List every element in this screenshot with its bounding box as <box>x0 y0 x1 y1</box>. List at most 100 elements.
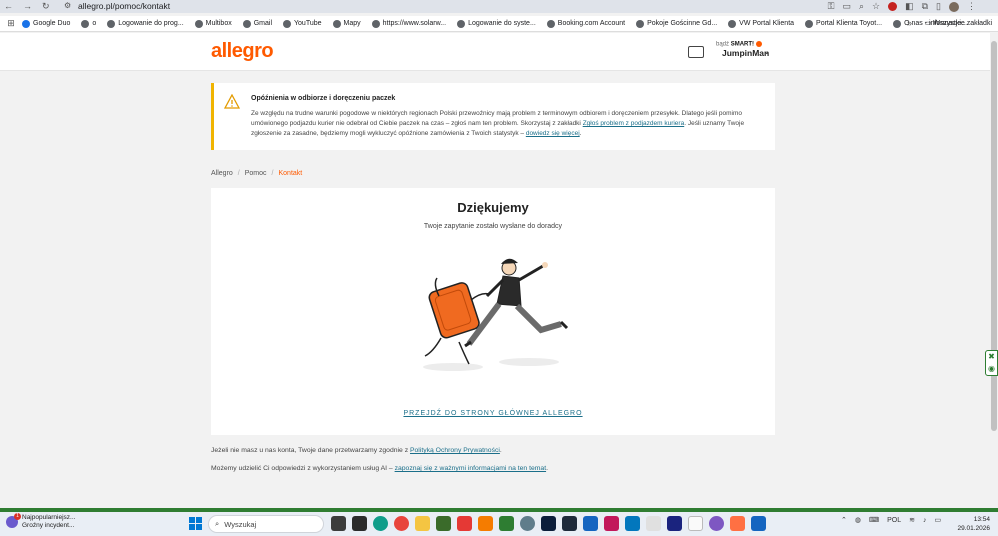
target-icon[interactable]: ◉ <box>986 363 997 375</box>
taskbar-apps <box>331 516 766 531</box>
keyboard-icon[interactable]: ⌨ <box>869 516 879 524</box>
smart-badge[interactable]: bądź SMART! <box>716 41 762 48</box>
delivery-alert: Opóźnienia w odbiorze i doręczeniu pacze… <box>211 83 775 150</box>
all-bookmarks[interactable]: ▭ Wszystkie zakładki <box>925 19 992 27</box>
youtube-icon[interactable] <box>457 516 472 531</box>
volume-icon[interactable]: ♪ <box>923 517 927 524</box>
chevron-down-icon[interactable]: ⌄ <box>763 46 771 57</box>
bookmark-favicon-icon <box>805 19 814 28</box>
puzzle-icon[interactable]: ⧉ <box>922 1 928 12</box>
install-icon[interactable]: ▭ <box>842 1 851 12</box>
report-courier-link[interactable]: Zgłoś problem z podjazdem kuriera <box>583 120 685 127</box>
bookmark-google-duo[interactable]: Google Duo <box>22 19 70 28</box>
app-icon[interactable] <box>436 516 451 531</box>
bookmark-vw[interactable]: VW Portal Klienta <box>728 19 794 28</box>
chevron-more-icon[interactable]: » <box>907 18 912 28</box>
windows-start-icon[interactable] <box>189 517 202 530</box>
close-icon[interactable]: ✖ <box>986 351 997 363</box>
search-icon: ⌕ <box>215 519 220 528</box>
bookmark-gmail[interactable]: Gmail <box>242 19 272 28</box>
edge-icon[interactable] <box>373 516 388 531</box>
thank-you-card: Dziękujemy Twoje zapytanie zostało wysła… <box>211 188 775 435</box>
notepad-icon[interactable] <box>688 516 703 531</box>
lightroom-icon[interactable] <box>562 516 577 531</box>
app-icon-2[interactable] <box>499 516 514 531</box>
camera-icon[interactable] <box>520 516 535 531</box>
notification-badge: 1 <box>14 513 21 520</box>
bookmark-favicon-icon <box>457 19 466 28</box>
breadcrumb-separator: / <box>271 170 274 177</box>
bookmark-favicon-icon <box>194 19 203 28</box>
sidebar-icon[interactable]: ▯ <box>936 1 941 12</box>
app-icon-5[interactable] <box>709 516 724 531</box>
bookmark-o[interactable]: o <box>81 19 96 28</box>
browser-nav: ← → ↻ <box>0 1 50 12</box>
chrome-icon[interactable] <box>394 516 409 531</box>
bookmark-mapy[interactable]: Mapy <box>332 19 361 28</box>
ai-note: Możemy udzielić Ci odpowiedzi z wykorzys… <box>211 465 548 472</box>
bookmark-favicon-icon <box>332 19 341 28</box>
browser-actions: ⚿ ▭ ⌕ ☆ ◧ ⧉ ▯ ⋮ <box>828 0 976 13</box>
breadcrumb-pomoc[interactable]: Pomoc <box>245 170 267 177</box>
cart-icon[interactable] <box>688 46 704 58</box>
chevron-up-icon[interactable]: ⌃ <box>841 516 847 524</box>
address-bar[interactable]: allegro.pl/pomoc/kontakt <box>78 1 170 11</box>
bookmark-favicon-icon <box>371 19 380 28</box>
app-icon-7[interactable] <box>751 516 766 531</box>
breadcrumb-allegro[interactable]: Allegro <box>211 170 233 177</box>
photoshop-icon[interactable] <box>541 516 556 531</box>
bookmark-favicon-icon <box>893 19 902 28</box>
folder-icon[interactable] <box>415 516 430 531</box>
reload-icon[interactable]: ↻ <box>42 1 50 12</box>
wifi-icon[interactable]: ≋ <box>909 516 915 524</box>
bookmark-youtube[interactable]: YouTube <box>283 19 322 28</box>
menu-icon[interactable]: ⋮ <box>967 1 976 12</box>
go-to-homepage-link[interactable]: PRZEJDŹ DO STRONY GŁÓWNEJ ALLEGRO <box>211 410 775 417</box>
opera-extension-icon[interactable] <box>888 2 898 11</box>
app-icon-4[interactable] <box>646 516 661 531</box>
bookmarks-bar: ⊞ Google Duo o Logowanie do prog... Mult… <box>0 16 998 32</box>
app-icon-6[interactable] <box>730 516 745 531</box>
ai-info-link[interactable]: zapoznaj się z ważnymi informacjami na t… <box>395 465 546 472</box>
learn-more-link[interactable]: dowiedz się więcej <box>526 130 580 137</box>
apps-grid-icon[interactable]: ⊞ <box>0 18 22 29</box>
bookmark-toyota[interactable]: Portal Klienta Toyot... <box>805 19 882 28</box>
terminal-icon[interactable] <box>352 516 367 531</box>
forward-icon[interactable]: → <box>23 1 32 12</box>
confirmation-message: Twoje zapytanie zostało wysłane do dorad… <box>423 223 563 230</box>
battery-icon[interactable]: ▭ <box>934 516 941 524</box>
bookmark-logowanie-syste[interactable]: Logowanie do syste... <box>457 19 536 28</box>
extension-icon[interactable]: ◧ <box>905 1 914 12</box>
screenshot-icon[interactable] <box>667 516 682 531</box>
page-scrollbar[interactable] <box>990 33 998 509</box>
outlook-icon[interactable] <box>583 516 598 531</box>
language-indicator[interactable]: POL <box>887 517 901 524</box>
network-icon[interactable]: ◍ <box>855 516 861 524</box>
allegro-logo[interactable]: allegro <box>211 40 274 63</box>
bookmark-booking[interactable]: Booking.com Account <box>546 19 625 28</box>
bookmark-pokoje[interactable]: Pokoje Gościnne Gd... <box>636 19 717 28</box>
site-info-icon[interactable]: ⚙ <box>64 1 71 10</box>
star-icon[interactable]: ☆ <box>872 1 880 12</box>
bookmark-multibox[interactable]: Multibox <box>194 19 232 28</box>
zoom-icon[interactable]: ⌕ <box>859 1 864 12</box>
outlook-new-icon[interactable] <box>625 516 640 531</box>
key-icon[interactable]: ⚿ <box>828 1 835 12</box>
app-icon-3[interactable] <box>604 516 619 531</box>
privacy-policy-link[interactable]: Polityką Ochrony Prywatności <box>410 447 500 454</box>
media-icon[interactable] <box>478 516 493 531</box>
news-widget[interactable]: 1 Najpopularniejsz... Groźny incydent... <box>6 513 75 530</box>
profile-avatar[interactable] <box>949 1 959 12</box>
bookmark-solarw[interactable]: https://www.solarw... <box>371 19 446 28</box>
system-tray: ⌃ ◍ ⌨ POL ≋ ♪ ▭ <box>841 516 941 525</box>
system-clock[interactable]: 13:54 29.01.2026 <box>957 515 990 533</box>
task-view-icon[interactable] <box>331 516 346 531</box>
bookmark-favicon-icon <box>636 19 645 28</box>
taskbar-search[interactable]: ⌕ Wyszukaj <box>208 515 324 533</box>
bookmark-logowanie[interactable]: Logowanie do prog... <box>107 19 184 28</box>
alert-body: Ze względu na trudne warunki pogodowe w … <box>251 110 745 137</box>
alert-title: Opóźnienia w odbiorze i doręczeniu pacze… <box>251 95 396 102</box>
clock-time: 13:54 <box>973 516 990 523</box>
back-icon[interactable]: ← <box>4 1 13 12</box>
side-widget[interactable]: ✖ ◉ <box>985 350 998 376</box>
